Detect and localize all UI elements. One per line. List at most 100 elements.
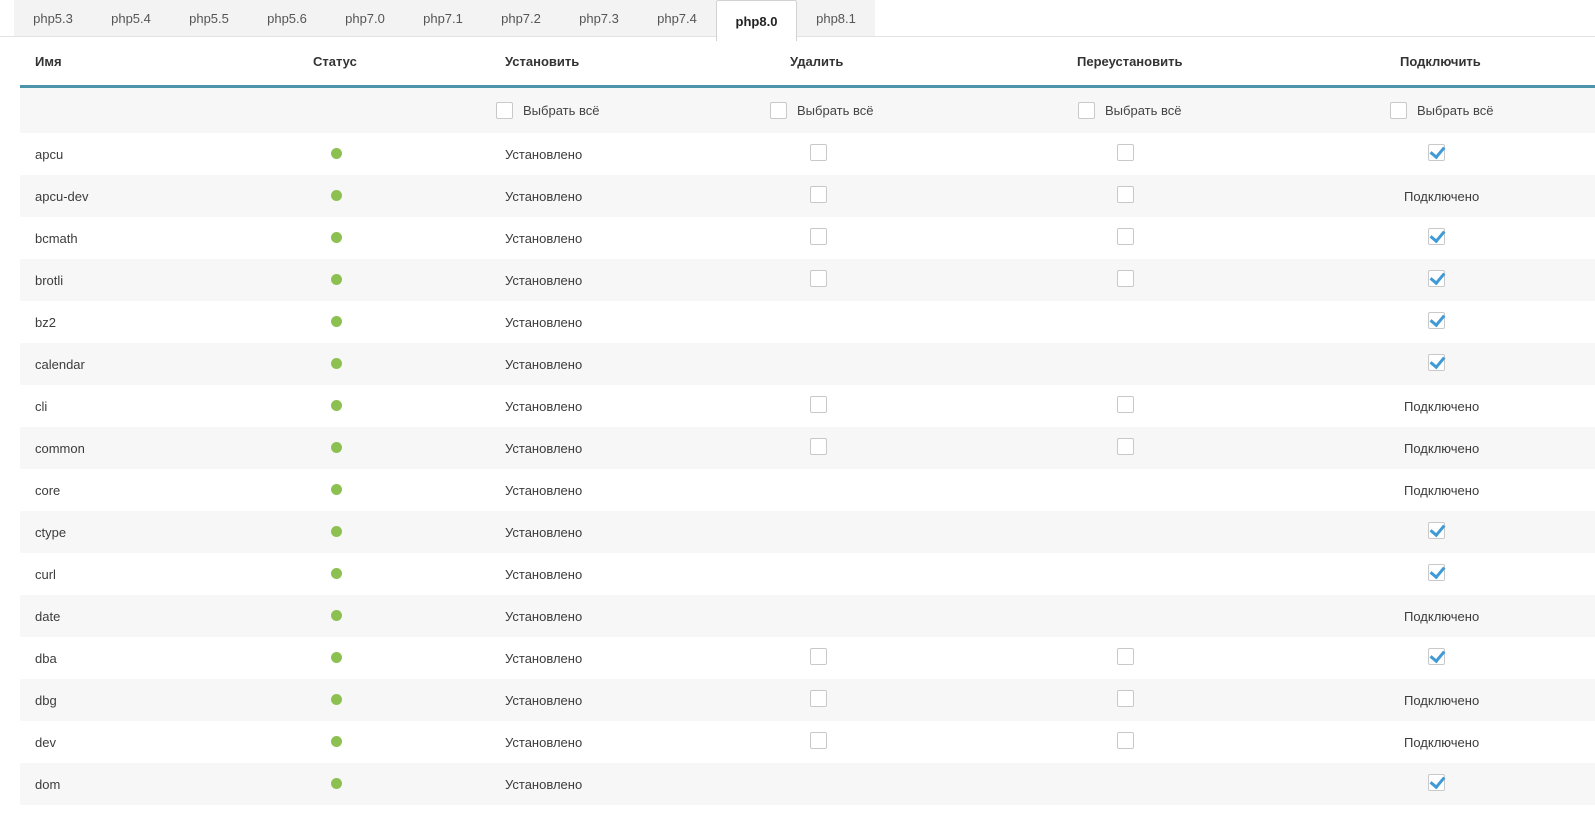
delete-checkbox[interactable] <box>810 732 827 749</box>
php-version-tabbar: php5.3php5.4php5.5php5.6php7.0php7.1php7… <box>0 0 1595 37</box>
reinstall-checkbox[interactable] <box>1117 144 1134 161</box>
delete-cell <box>760 648 1060 668</box>
reinstall-checkbox[interactable] <box>1117 732 1134 749</box>
install-status-label: Установлено <box>480 273 760 288</box>
select-all-connect-checkbox[interactable] <box>1390 102 1407 119</box>
tab-php7.0[interactable]: php7.0 <box>326 0 404 36</box>
install-status-label: Установлено <box>480 651 760 666</box>
select-all-row: Выбрать всё Выбрать всё Выбрать всё Выбр… <box>20 88 1595 133</box>
select-all-delete-checkbox[interactable] <box>770 102 787 119</box>
install-status-label: Установлено <box>480 231 760 246</box>
tab-php8.1[interactable]: php8.1 <box>797 0 875 36</box>
status-cell <box>300 735 480 750</box>
extension-name: dbg <box>20 693 300 708</box>
connect-cell <box>1360 564 1595 584</box>
tab-php8.0[interactable]: php8.0 <box>716 0 797 41</box>
select-all-delete: Выбрать всё <box>760 102 1060 119</box>
reinstall-cell <box>1060 186 1360 206</box>
connect-checkbox[interactable] <box>1428 270 1445 287</box>
column-header-install[interactable]: Установить <box>480 54 760 69</box>
status-ok-icon <box>331 274 342 285</box>
connect-checkbox[interactable] <box>1428 774 1445 791</box>
tab-php7.1[interactable]: php7.1 <box>404 0 482 36</box>
connect-checkbox[interactable] <box>1428 648 1445 665</box>
reinstall-cell <box>1060 144 1360 164</box>
install-status-label: Установлено <box>480 189 760 204</box>
extension-name: apcu <box>20 147 300 162</box>
extension-name: cli <box>20 399 300 414</box>
reinstall-cell <box>1060 690 1360 710</box>
status-cell <box>300 777 480 792</box>
status-cell <box>300 441 480 456</box>
column-header-reinstall[interactable]: Переустановить <box>1060 54 1360 69</box>
tab-php7.4[interactable]: php7.4 <box>638 0 716 36</box>
delete-checkbox[interactable] <box>810 228 827 245</box>
delete-checkbox[interactable] <box>810 270 827 287</box>
status-cell <box>300 357 480 372</box>
select-all-install: Выбрать всё <box>480 102 760 119</box>
select-all-install-checkbox[interactable] <box>496 102 513 119</box>
select-all-reinstall-checkbox[interactable] <box>1078 102 1095 119</box>
install-status-label: Установлено <box>480 525 760 540</box>
tab-php5.4[interactable]: php5.4 <box>92 0 170 36</box>
delete-checkbox[interactable] <box>810 690 827 707</box>
delete-checkbox[interactable] <box>810 648 827 665</box>
connect-cell: Подключено <box>1360 189 1595 204</box>
extension-name: brotli <box>20 273 300 288</box>
reinstall-checkbox[interactable] <box>1117 228 1134 245</box>
table-row: cli Установлено Подключено <box>20 385 1595 427</box>
status-ok-icon <box>331 316 342 327</box>
delete-cell <box>760 144 1060 164</box>
connect-checkbox[interactable] <box>1428 144 1445 161</box>
delete-checkbox[interactable] <box>810 144 827 161</box>
table-row: curl Установлено <box>20 553 1595 595</box>
column-header-delete[interactable]: Удалить <box>760 54 1060 69</box>
status-cell <box>300 483 480 498</box>
connect-checkbox[interactable] <box>1428 522 1445 539</box>
connect-checkbox[interactable] <box>1428 564 1445 581</box>
column-header-connect[interactable]: Подключить <box>1360 54 1595 69</box>
reinstall-checkbox[interactable] <box>1117 186 1134 203</box>
extension-name: ctype <box>20 525 300 540</box>
connect-cell: Подключено <box>1360 693 1595 708</box>
reinstall-checkbox[interactable] <box>1117 438 1134 455</box>
tab-php7.2[interactable]: php7.2 <box>482 0 560 36</box>
status-cell <box>300 693 480 708</box>
reinstall-checkbox[interactable] <box>1117 270 1134 287</box>
status-ok-icon <box>331 736 342 747</box>
tab-php7.3[interactable]: php7.3 <box>560 0 638 36</box>
connect-cell <box>1360 144 1595 164</box>
extensions-table: Имя Статус Установить Удалить Переустано… <box>20 37 1595 805</box>
connect-checkbox[interactable] <box>1428 312 1445 329</box>
delete-checkbox[interactable] <box>810 186 827 203</box>
table-row: dbg Установлено Подключено <box>20 679 1595 721</box>
delete-checkbox[interactable] <box>810 438 827 455</box>
reinstall-checkbox[interactable] <box>1117 396 1134 413</box>
connect-cell <box>1360 774 1595 794</box>
delete-cell <box>760 396 1060 416</box>
status-cell <box>300 651 480 666</box>
connect-checkbox[interactable] <box>1428 228 1445 245</box>
column-header-name[interactable]: Имя <box>20 54 300 69</box>
column-header-status[interactable]: Статус <box>300 54 480 69</box>
connect-checkbox[interactable] <box>1428 354 1445 371</box>
tab-php5.5[interactable]: php5.5 <box>170 0 248 36</box>
status-ok-icon <box>331 442 342 453</box>
extension-name: curl <box>20 567 300 582</box>
select-all-label: Выбрать всё <box>1105 103 1181 118</box>
tab-php5.3[interactable]: php5.3 <box>14 0 92 36</box>
status-ok-icon <box>331 358 342 369</box>
delete-checkbox[interactable] <box>810 396 827 413</box>
status-cell <box>300 147 480 162</box>
install-status-label: Установлено <box>480 483 760 498</box>
reinstall-checkbox[interactable] <box>1117 648 1134 665</box>
connect-cell <box>1360 648 1595 668</box>
reinstall-checkbox[interactable] <box>1117 690 1134 707</box>
status-ok-icon <box>331 568 342 579</box>
connected-label: Подключено <box>1404 483 1479 498</box>
tab-php5.6[interactable]: php5.6 <box>248 0 326 36</box>
connect-cell <box>1360 354 1595 374</box>
connect-cell <box>1360 312 1595 332</box>
table-row: calendar Установлено <box>20 343 1595 385</box>
install-status-label: Установлено <box>480 609 760 624</box>
